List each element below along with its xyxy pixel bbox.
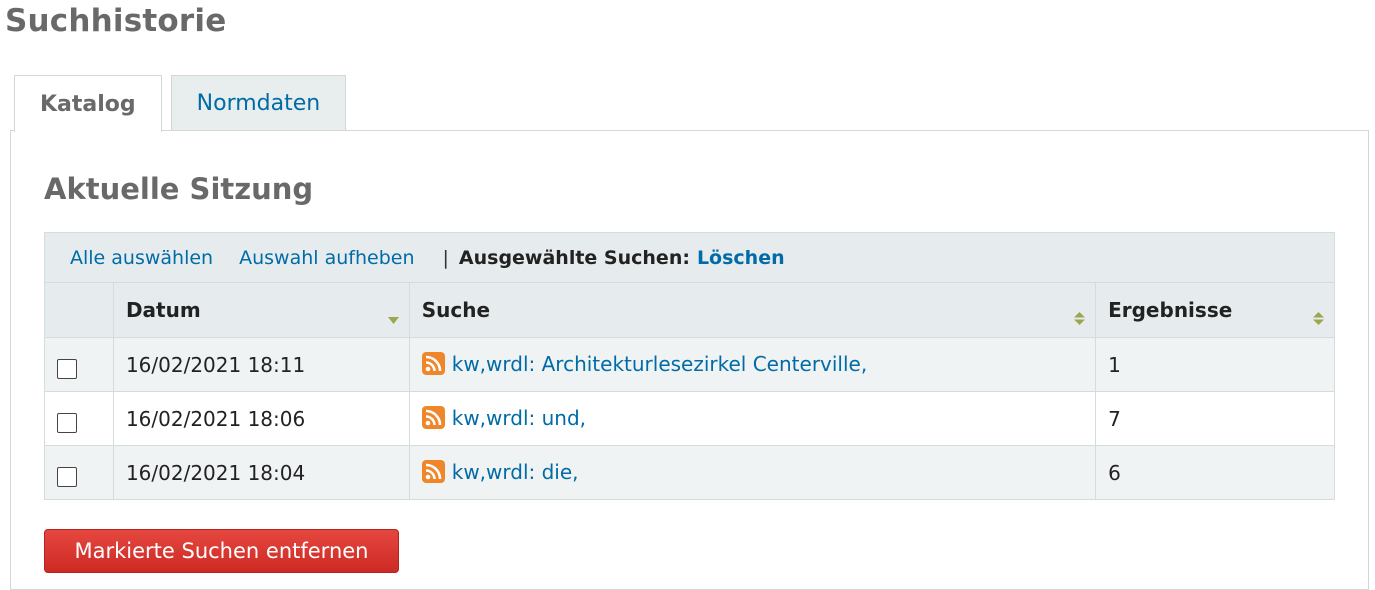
header-search[interactable]: Suche [408, 282, 1097, 338]
section-title: Aktuelle Sitzung [44, 172, 314, 206]
row-checkbox-cell [44, 337, 114, 392]
header-date-label: Datum [125, 298, 201, 322]
table-row: 16/02/2021 18:11 kw,wrdl: Architekturles… [44, 337, 1335, 392]
row-results: 7 [1095, 391, 1335, 446]
search-query-link[interactable]: kw,wrdl: Architekturlesezirkel Centervil… [452, 352, 867, 376]
sort-both-icon [1074, 312, 1086, 325]
header-search-label: Suche [421, 298, 491, 322]
tab-normdaten[interactable]: Normdaten [170, 75, 347, 130]
header-date[interactable]: Datum [112, 282, 410, 338]
row-results: 6 [1095, 445, 1335, 500]
row-checkbox[interactable] [57, 466, 77, 487]
header-results-label: Ergebnisse [1108, 298, 1233, 322]
rss-feed-icon[interactable] [421, 460, 445, 483]
row-checkbox[interactable] [57, 412, 77, 433]
rss-feed-icon[interactable] [421, 352, 445, 375]
header-results[interactable]: Ergebnisse [1095, 282, 1335, 338]
row-search-cell: kw,wrdl: die, [408, 445, 1097, 500]
row-date: 16/02/2021 18:11 [112, 337, 410, 392]
deselect-all-link[interactable]: Auswahl aufheben [239, 247, 414, 269]
selection-toolbar: Alle auswählen Auswahl aufheben | Ausgew… [44, 232, 1335, 282]
row-search-cell: kw,wrdl: Architekturlesezirkel Centervil… [408, 337, 1097, 392]
search-history-table: Datum Suche Ergebnisse 16/02/2021 18:11 … [44, 282, 1335, 500]
row-search-cell: kw,wrdl: und, [408, 391, 1097, 446]
row-checkbox[interactable] [57, 358, 77, 379]
page-title: Suchhistorie [5, 3, 227, 39]
delete-selected-link[interactable]: Löschen [697, 247, 785, 269]
table-header-row: Datum Suche Ergebnisse [44, 282, 1335, 338]
tab-bar: Katalog Normdaten [14, 75, 355, 132]
rss-feed-icon[interactable] [421, 406, 445, 429]
row-checkbox-cell [44, 391, 114, 446]
search-query-link[interactable]: kw,wrdl: und, [452, 406, 586, 430]
table-row: 16/02/2021 18:06 kw,wrdl: und, 7 [44, 391, 1335, 446]
selected-searches-label: Ausgewählte Suchen: [458, 246, 690, 269]
table-row: 16/02/2021 18:04 kw,wrdl: die, 6 [44, 445, 1335, 500]
header-checkbox-cell [44, 282, 114, 338]
row-date: 16/02/2021 18:04 [112, 445, 410, 500]
row-date: 16/02/2021 18:06 [112, 391, 410, 446]
toolbar-separator: | [442, 246, 449, 269]
remove-selected-searches-button[interactable]: Markierte Suchen entfernen [44, 529, 399, 573]
select-all-link[interactable]: Alle auswählen [70, 247, 213, 269]
search-query-link[interactable]: kw,wrdl: die, [452, 460, 579, 484]
tab-katalog[interactable]: Katalog [14, 75, 162, 132]
sort-desc-icon [387, 317, 399, 324]
row-checkbox-cell [44, 445, 114, 500]
sort-both-icon [1313, 312, 1324, 325]
row-results: 1 [1095, 337, 1335, 392]
